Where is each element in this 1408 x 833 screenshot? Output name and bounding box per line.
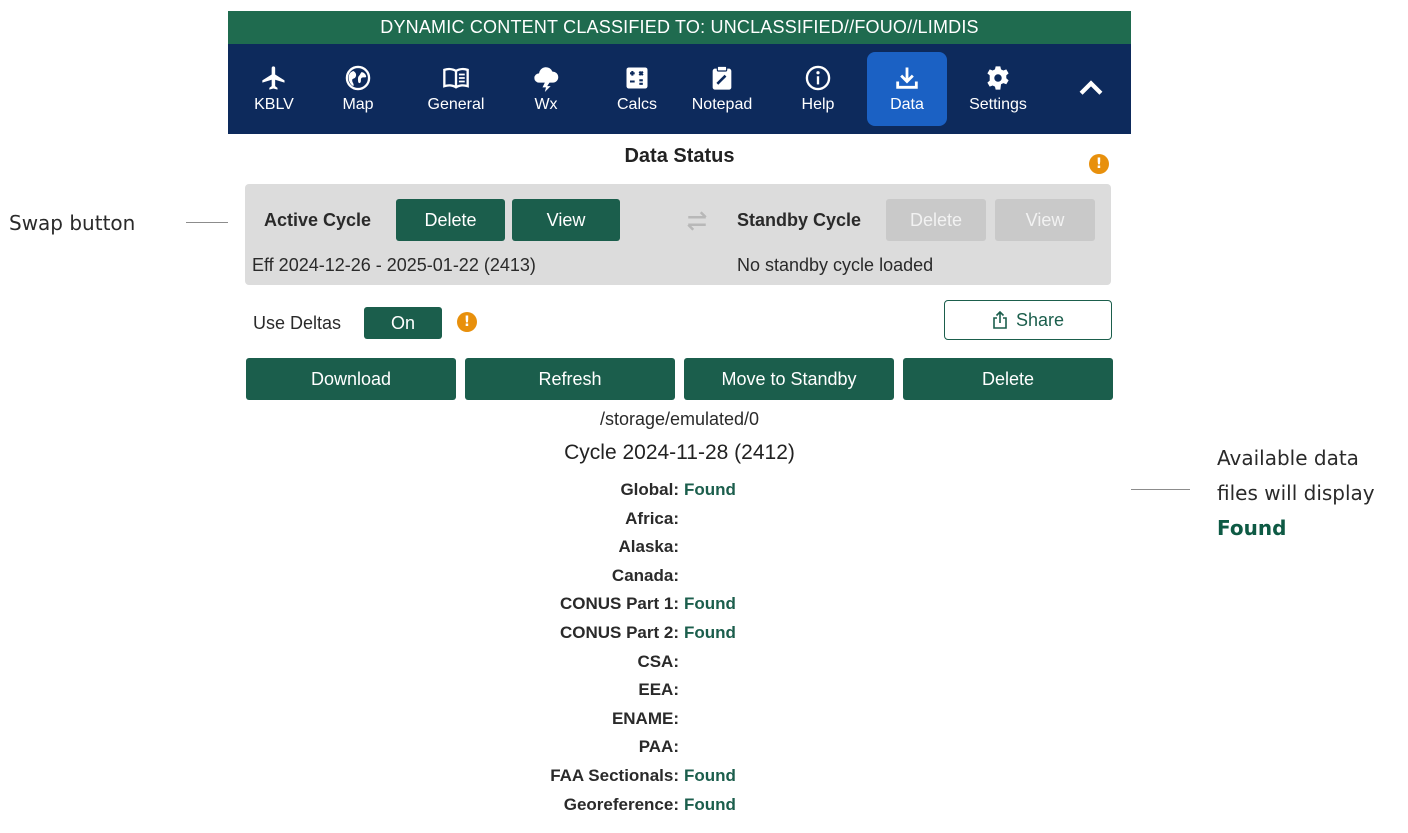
file-row-paa: PAA: [228,737,1131,765]
nav-item-map[interactable]: Map [324,52,392,126]
nav-item-data[interactable]: Data [867,52,947,126]
active-delete-button[interactable]: Delete [396,199,505,241]
notepad-icon [712,65,732,90]
found-annotation-line1: Available data [1217,446,1359,470]
file-status: Found [684,623,736,642]
file-row-africa: Africa: [228,509,1131,537]
file-label: CONUS Part 2: [559,623,679,642]
file-label: PAA: [638,737,679,757]
use-deltas-label: Use Deltas [253,313,342,333]
file-label: CSA: [637,651,679,671]
file-row-conus-part-2: CONUS Part 2: Found [228,623,1131,651]
cycle-panel: Active Cycle Delete View Standby Cycle D… [245,184,1111,285]
delete-button[interactable]: Delete [903,358,1113,400]
file-row-faa-sectionals: FAA Sectionals: Found [228,766,1131,794]
file-row-ename: ENAME: [228,709,1131,737]
deltas-info-icon[interactable]: ! [457,312,477,332]
download-button[interactable]: Download [246,358,456,400]
nav-label: KBLV [254,96,294,113]
page-title: Data Status [624,145,735,167]
swap-icon[interactable] [682,206,712,236]
nav-item-calcs[interactable]: Calcs [603,52,671,126]
info-icon[interactable]: ! [1089,154,1109,174]
file-label: ENAME: [611,708,679,728]
app-window: DYNAMIC CONTENT CLASSIFIED TO: UNCLASSIF… [228,11,1131,833]
classification-banner: DYNAMIC CONTENT CLASSIFIED TO: UNCLASSIF… [228,11,1131,44]
file-label: Canada: [611,565,679,585]
nav-item-settings[interactable]: Settings [959,52,1037,126]
active-cycle-label: Active Cycle [264,210,372,230]
nav-item-general[interactable]: General [422,52,490,126]
file-status: Found [684,480,736,499]
standby-cycle-info: No standby cycle loaded [737,255,934,275]
book-icon [443,67,469,89]
file-status: Found [684,594,736,614]
nav-item-help[interactable]: Help [784,52,852,126]
nav-label: General [427,96,485,113]
file-label: Georeference: [563,794,679,814]
file-status: Found [684,794,736,814]
file-label: Global: [620,480,679,499]
use-deltas-toggle[interactable]: On [364,307,442,339]
active-cycle-info: Eff 2024-12-26 - 2025-01-22 (2413) [252,255,536,275]
file-row-csa: CSA: [228,652,1131,680]
file-label: EEA: [638,680,679,700]
weather-icon [534,67,559,92]
info-icon [805,65,831,91]
storage-path: /storage/emulated/0 [599,409,760,429]
nav-label: Calcs [616,96,657,113]
swap-button-annotation: Swap button [9,211,136,235]
file-label: Alaska: [618,537,679,557]
share-icon [993,311,1007,329]
airplane-icon [262,66,285,90]
standby-cycle-label: Standby Cycle [737,210,862,230]
file-label: FAA Sectionals: [550,766,679,785]
found-annotation-line2: files will display [1217,481,1375,505]
share-button[interactable]: Share [944,300,1112,340]
nav-label: Notepad [691,96,753,113]
top-nav-bar: KBLV Map General Wx Calcs Notepad Help D… [228,44,1131,134]
active-view-button[interactable]: View [512,199,620,241]
nav-label: Wx [534,96,558,113]
gear-icon [987,66,1009,90]
file-row-georeference: Georeference: Found [228,795,1131,823]
nav-item-notepad[interactable]: Notepad [688,52,756,126]
move-to-standby-button[interactable]: Move to Standby [684,358,894,400]
nav-label: Help [801,96,835,113]
nav-label: Data [890,96,924,113]
standby-delete-button[interactable]: Delete [886,199,986,241]
file-row-canada: Canada: [228,566,1131,594]
share-label: Share [1015,309,1065,330]
found-annotation-line3: Found [1217,516,1287,540]
file-row-global: Global: Found [228,480,1131,508]
globe-icon [345,65,371,91]
file-status: Found [684,766,736,785]
refresh-button[interactable]: Refresh [465,358,675,400]
nav-item-kblv[interactable]: KBLV [240,52,308,126]
file-label: Africa: [625,508,679,528]
file-label: CONUS Part 1: [559,594,679,614]
file-row-alaska: Alaska: [228,537,1131,565]
file-row-eea: EEA: [228,680,1131,708]
nav-label: Settings [969,96,1027,113]
calculator-icon [626,67,648,89]
nav-label: Map [342,96,374,113]
nav-item-wx[interactable]: Wx [512,52,580,126]
cycle-heading: Cycle 2024-11-28 (2412) [564,441,795,464]
file-row-conus-part-1: CONUS Part 1: Found [228,594,1131,622]
standby-view-button[interactable]: View [995,199,1095,241]
download-icon [896,67,918,89]
collapse-chevron-icon[interactable] [1074,72,1108,106]
